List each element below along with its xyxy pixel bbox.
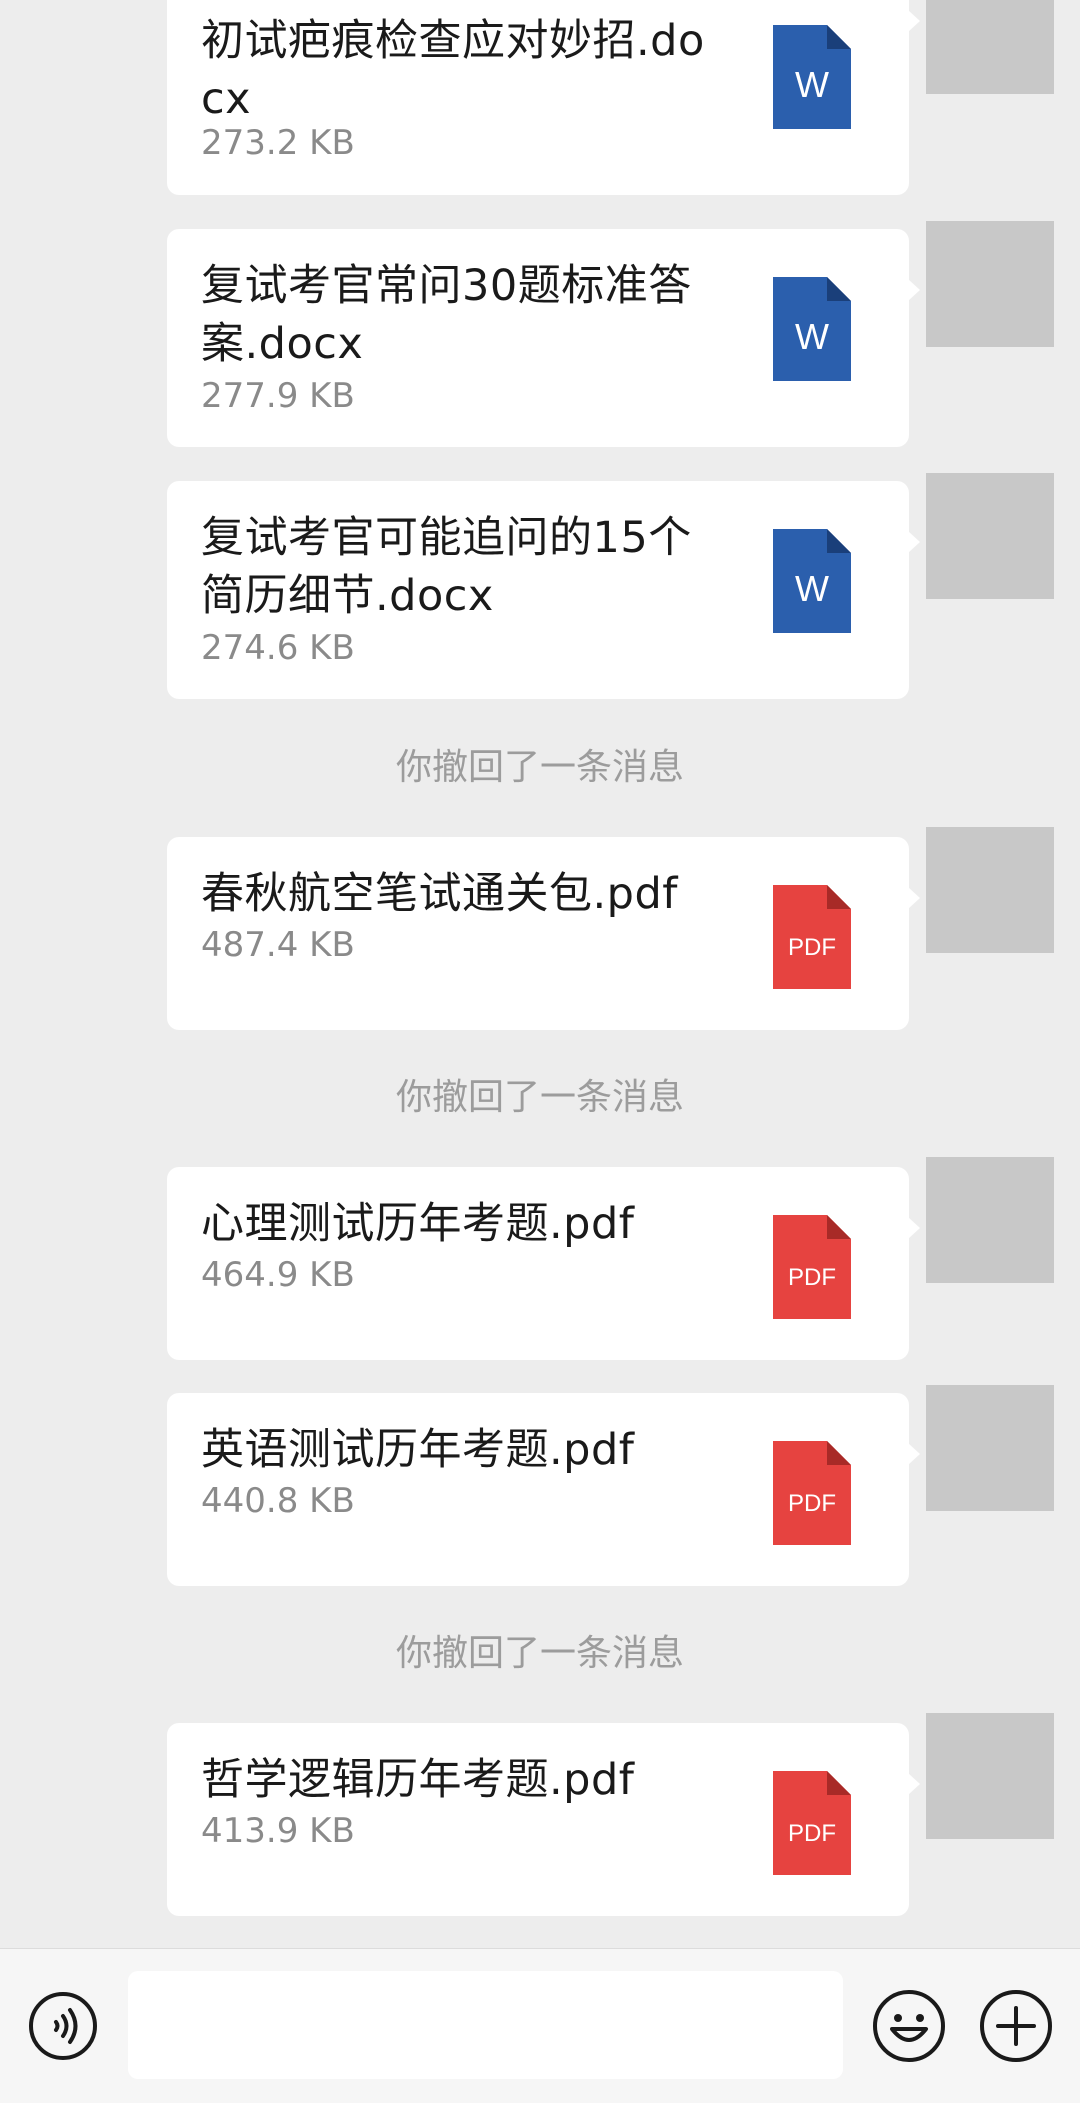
word-doc-icon: W bbox=[773, 277, 851, 381]
pdf-label: PDF bbox=[788, 1490, 836, 1517]
plus-icon[interactable] bbox=[979, 1989, 1053, 2063]
chat-message-list[interactable]: 初试疤痕检查应对妙招.docx 273.2 KB W 复试考官常问30题标准答案… bbox=[0, 0, 1080, 1948]
file-message[interactable]: 哲学逻辑历年考题.pdf 413.9 KB PDF bbox=[167, 1723, 920, 1916]
file-name: 心理测试历年考题.pdf bbox=[201, 1199, 635, 1249]
avatar[interactable] bbox=[926, 1385, 1054, 1511]
bubble-tail bbox=[908, 1443, 920, 1465]
file-size: 277.9 KB bbox=[201, 376, 355, 416]
file-size: 273.2 KB bbox=[201, 123, 355, 163]
bubble-tail bbox=[908, 279, 920, 301]
bubble-tail bbox=[908, 887, 920, 909]
pdf-label: PDF bbox=[788, 934, 836, 961]
file-name: 英语测试历年考题.pdf bbox=[201, 1425, 635, 1475]
bubble-tail bbox=[908, 1217, 920, 1239]
bubble-tail bbox=[908, 531, 920, 553]
emoji-icon[interactable] bbox=[872, 1989, 946, 2063]
message-input[interactable] bbox=[128, 1971, 843, 2079]
avatar[interactable] bbox=[926, 473, 1054, 599]
file-message[interactable]: 心理测试历年考题.pdf 464.9 KB PDF bbox=[167, 1167, 920, 1360]
file-message[interactable]: 初试疤痕检查应对妙招.docx 273.2 KB W bbox=[167, 0, 920, 195]
avatar[interactable] bbox=[926, 1713, 1054, 1839]
pdf-label: PDF bbox=[788, 1264, 836, 1291]
avatar[interactable] bbox=[926, 1157, 1054, 1283]
file-message[interactable]: 复试考官可能追问的15个简历细节.docx 274.6 KB W bbox=[167, 481, 920, 699]
bubble-tail bbox=[908, 1773, 920, 1795]
pdf-icon: PDF bbox=[773, 1441, 851, 1545]
bubble-tail bbox=[908, 10, 920, 32]
avatar[interactable] bbox=[926, 221, 1054, 347]
avatar[interactable] bbox=[926, 827, 1054, 953]
avatar[interactable] bbox=[926, 0, 1054, 94]
recall-notice: 你撤回了一条消息 bbox=[395, 747, 684, 788]
file-size: 413.9 KB bbox=[201, 1811, 355, 1851]
word-doc-icon: W bbox=[773, 25, 851, 129]
word-label: W bbox=[795, 568, 829, 609]
file-name: 初试疤痕检查应对妙招.docx bbox=[201, 16, 705, 124]
file-message[interactable]: 英语测试历年考题.pdf 440.8 KB PDF bbox=[167, 1393, 920, 1586]
file-size: 487.4 KB bbox=[201, 925, 355, 965]
file-name: 哲学逻辑历年考题.pdf bbox=[201, 1755, 635, 1805]
file-size: 464.9 KB bbox=[201, 1255, 355, 1295]
recall-notice: 你撤回了一条消息 bbox=[395, 1633, 684, 1674]
file-name: 复试考官可能追问的15个简历细节.docx bbox=[201, 513, 692, 621]
file-size: 440.8 KB bbox=[201, 1481, 355, 1521]
pdf-icon: PDF bbox=[773, 1215, 851, 1319]
file-message[interactable]: 复试考官常问30题标准答案.docx 277.9 KB W bbox=[167, 229, 920, 447]
pdf-icon: PDF bbox=[773, 1771, 851, 1875]
word-label: W bbox=[795, 316, 829, 357]
pdf-icon: PDF bbox=[773, 885, 851, 989]
voice-icon[interactable] bbox=[28, 1991, 98, 2061]
recall-notice: 你撤回了一条消息 bbox=[395, 1077, 684, 1118]
word-doc-icon: W bbox=[773, 529, 851, 633]
chat-input-bar bbox=[0, 1948, 1080, 2103]
pdf-label: PDF bbox=[788, 1820, 836, 1847]
file-name: 复试考官常问30题标准答案.docx bbox=[201, 261, 692, 369]
word-label: W bbox=[795, 64, 829, 105]
file-size: 274.6 KB bbox=[201, 628, 355, 668]
file-name: 春秋航空笔试通关包.pdf bbox=[201, 869, 678, 919]
file-message[interactable]: 春秋航空笔试通关包.pdf 487.4 KB PDF bbox=[167, 837, 920, 1030]
